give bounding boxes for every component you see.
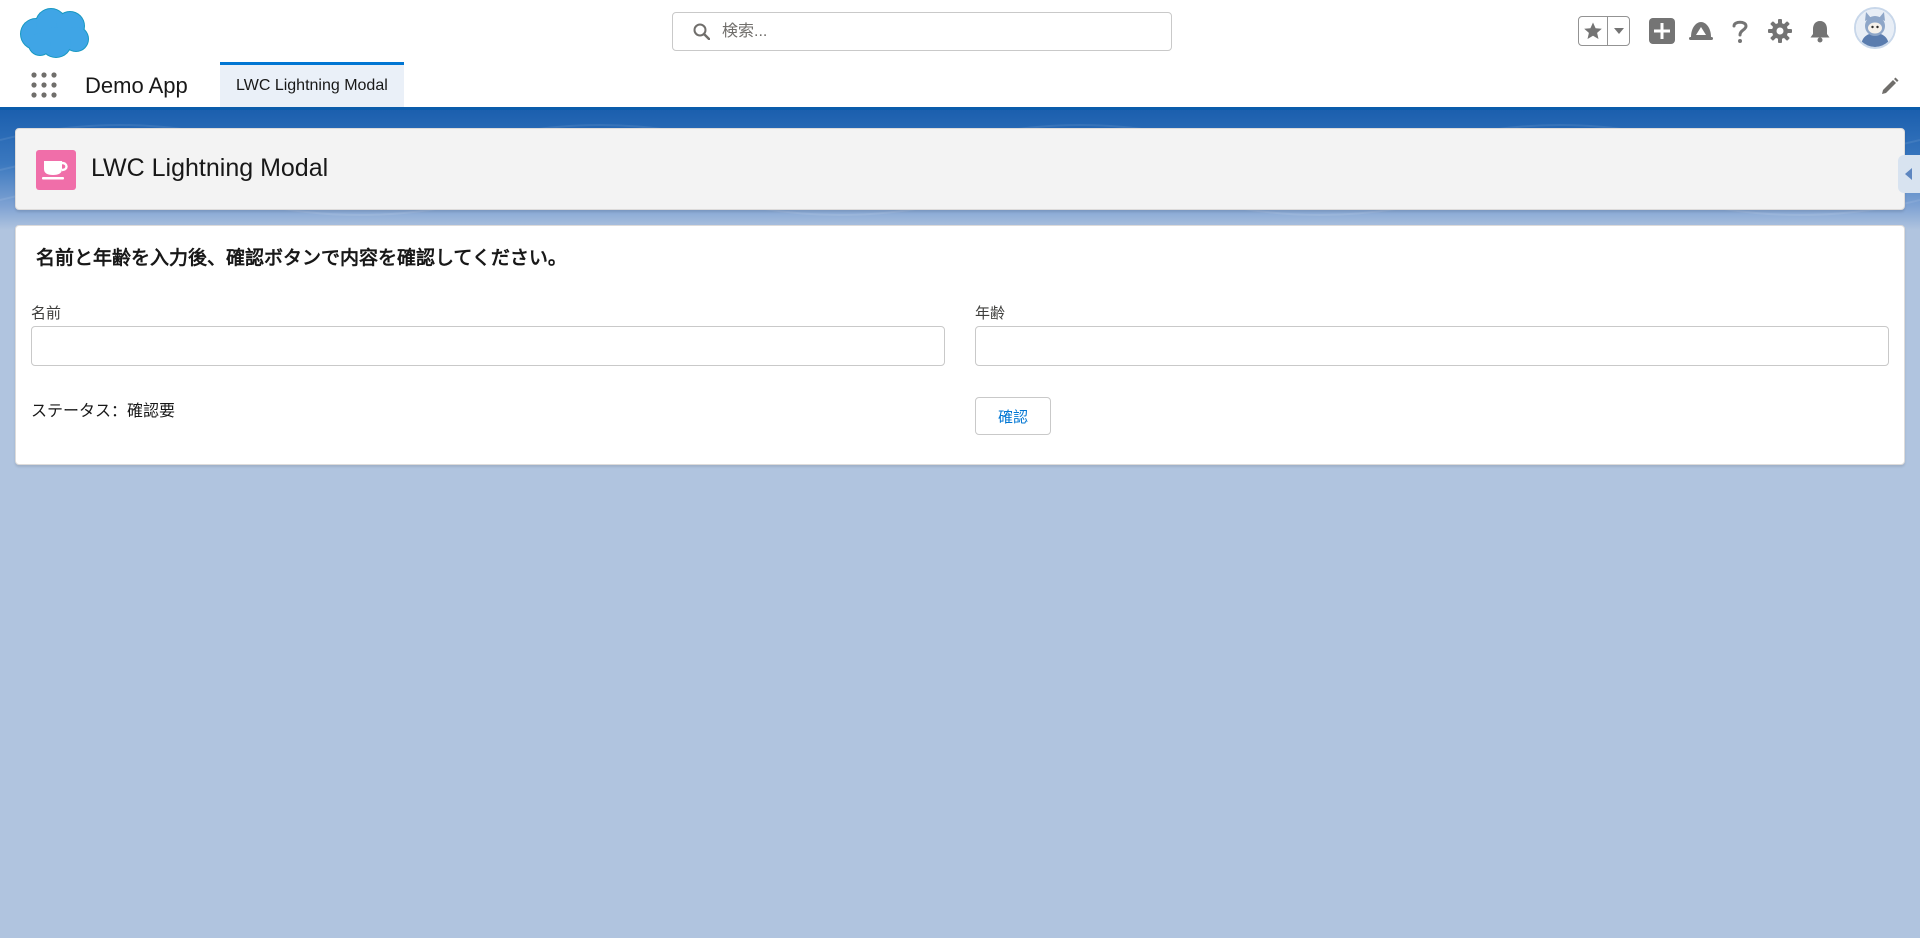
name-label: 名前 bbox=[31, 305, 62, 322]
status-text: ステータス：確認要 bbox=[31, 403, 176, 420]
favorites-menu-button[interactable] bbox=[1608, 17, 1629, 45]
navigation-bar: Demo App LWC Lightning Modal bbox=[0, 62, 1920, 110]
utility-side-tab[interactable] bbox=[1898, 155, 1920, 193]
app-name: Demo App bbox=[85, 73, 188, 98]
search-input[interactable] bbox=[720, 21, 1160, 42]
trailhead-button[interactable] bbox=[1686, 16, 1716, 46]
global-actions-button[interactable] bbox=[1647, 16, 1677, 46]
favorites-group bbox=[1578, 16, 1630, 46]
form-card: 名前と年齢を入力後、確認ボタンで内容を確認してください。 名前 年齢 ステータス… bbox=[15, 225, 1905, 465]
age-label: 年齢 bbox=[975, 305, 1006, 322]
page-icon bbox=[36, 150, 76, 190]
star-icon bbox=[1584, 22, 1603, 39]
chevron-left-icon bbox=[1905, 168, 1912, 180]
trailhead-icon bbox=[1689, 22, 1713, 40]
name-input[interactable] bbox=[31, 326, 945, 366]
edit-nav-pencil-icon[interactable] bbox=[1880, 76, 1900, 96]
instructions-text: 名前と年齢を入力後、確認ボタンで内容を確認してください。 bbox=[36, 248, 567, 269]
help-button[interactable] bbox=[1725, 16, 1755, 46]
tab-label: LWC Lightning Modal bbox=[236, 77, 388, 94]
bell-icon bbox=[1810, 21, 1830, 43]
global-search[interactable] bbox=[672, 12, 1172, 51]
add-icon bbox=[1649, 18, 1675, 44]
salesforce-cloud-logo[interactable] bbox=[18, 6, 92, 58]
setup-button[interactable] bbox=[1765, 16, 1795, 46]
page-title: LWC Lightning Modal bbox=[91, 154, 329, 182]
cup-icon bbox=[42, 161, 68, 180]
help-icon bbox=[1732, 20, 1748, 43]
global-header bbox=[0, 0, 1920, 62]
gear-icon bbox=[1768, 19, 1792, 43]
confirm-button[interactable]: 確認 bbox=[975, 397, 1051, 435]
favorites-button[interactable] bbox=[1579, 17, 1609, 45]
notifications-button[interactable] bbox=[1805, 16, 1835, 46]
astro-avatar-icon bbox=[1856, 9, 1894, 47]
page-header: LWC Lightning Modal bbox=[15, 128, 1905, 210]
app-launcher-icon[interactable] bbox=[30, 71, 58, 99]
age-input[interactable] bbox=[975, 326, 1889, 366]
tab-lwc-lightning-modal[interactable]: LWC Lightning Modal bbox=[220, 62, 404, 107]
chevron-down-icon bbox=[1613, 28, 1624, 34]
avatar[interactable] bbox=[1854, 7, 1896, 49]
search-icon bbox=[693, 23, 710, 40]
